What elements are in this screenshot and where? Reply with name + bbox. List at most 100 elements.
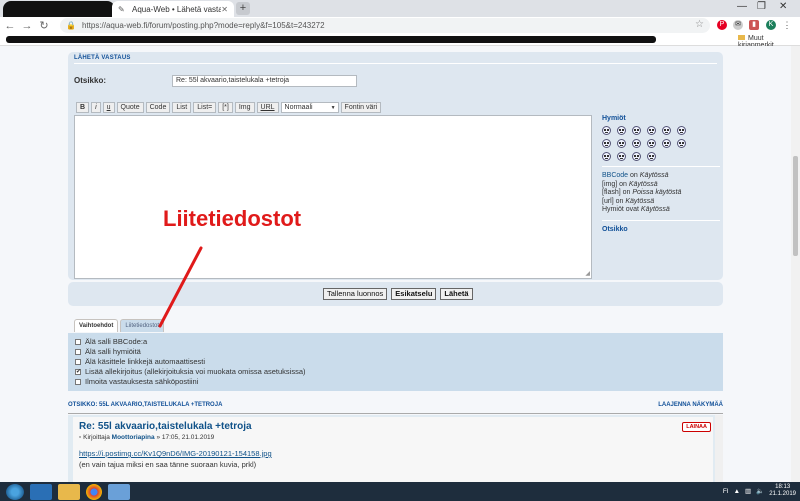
smiley-icon[interactable] xyxy=(602,152,611,161)
extension-icon[interactable]: ✉ xyxy=(733,20,743,30)
font-size-select[interactable]: Normaali xyxy=(280,102,339,113)
topic-review-title: OTSIKKO: 55L AKVAARIO,TAISTELUKALA +TETR… xyxy=(68,402,223,408)
tab-attachments[interactable]: Liitetiedostot xyxy=(120,319,165,332)
smiley-icon[interactable] xyxy=(677,126,686,135)
checkbox[interactable] xyxy=(75,358,81,365)
tab-options[interactable]: Vaihtoehdot xyxy=(74,319,119,332)
page-scrollbar[interactable] xyxy=(791,46,800,482)
review-scrollbar[interactable] xyxy=(715,415,723,482)
url-status: [url] on Käytössä xyxy=(602,198,720,207)
file-explorer-icon[interactable] xyxy=(58,483,80,500)
editor-sidebar: Hymiöt BBCode on Käytössä [img] on Käytö… xyxy=(602,115,720,233)
new-tab-button[interactable]: + xyxy=(236,2,250,15)
smiley-icon[interactable] xyxy=(632,139,641,148)
smiley-icon[interactable] xyxy=(647,152,656,161)
ordered-list-button[interactable]: List= xyxy=(193,102,217,113)
url-status-label: [url] on xyxy=(602,197,624,205)
forum-page: LÄHETÄ VASTAUS Otsikko: Re: 55l akvaario… xyxy=(0,46,791,482)
clock-date: 21.1.2019 xyxy=(769,491,796,497)
smiley-icon[interactable] xyxy=(617,126,626,135)
bbcode-status: BBCode on Käytössä xyxy=(602,172,720,181)
smiley-icon[interactable] xyxy=(662,126,671,135)
bold-button[interactable]: B xyxy=(76,102,90,113)
code-button[interactable]: Code xyxy=(145,102,171,113)
bookmark-star-icon[interactable]: ☆ xyxy=(695,19,704,30)
reload-icon[interactable]: ↻ xyxy=(37,19,51,32)
smilies-grid xyxy=(602,126,720,161)
send-button[interactable]: Lähetä xyxy=(440,288,473,300)
option-notify[interactable]: Ilmoita vastauksesta sähköpostiini xyxy=(75,377,198,386)
tray-arrow-icon[interactable]: ▲ xyxy=(734,488,740,495)
smiley-icon[interactable] xyxy=(632,126,641,135)
start-button-icon[interactable] xyxy=(6,483,24,500)
language-indicator[interactable]: FI xyxy=(723,488,729,495)
extension-icon-2[interactable]: ▮ xyxy=(749,20,759,30)
checkbox-checked[interactable]: ✔ xyxy=(75,368,81,375)
subject-input[interactable]: Re: 55l akvaario,taistelukala +tetroja xyxy=(172,75,357,87)
clock[interactable]: 18:13 21.1.2019 xyxy=(769,484,796,498)
profile-avatar[interactable]: K xyxy=(766,20,776,30)
smiley-icon[interactable] xyxy=(647,139,656,148)
forward-icon[interactable]: → xyxy=(20,20,34,32)
smiley-icon[interactable] xyxy=(662,139,671,148)
img-button[interactable]: Img xyxy=(234,102,255,113)
option-attach-signature[interactable]: ✔ Lisää allekirjoitus (allekirjoituksia v… xyxy=(75,367,306,376)
checkbox[interactable] xyxy=(75,378,81,385)
post-meta-prefix: Kirjoittaja xyxy=(83,434,110,441)
active-tab[interactable]: ✎ Aqua-Web • Lähetä vastaus ✕ xyxy=(112,1,234,17)
smiley-icon[interactable] xyxy=(632,152,641,161)
favicon-icon: ✎ xyxy=(118,5,125,14)
option-label: Älä salli BBCode:a xyxy=(85,337,148,346)
smiley-icon[interactable] xyxy=(617,152,626,161)
resize-grip-icon[interactable]: ◢ xyxy=(585,270,590,277)
underline-button[interactable]: u xyxy=(102,102,115,113)
redacted-tab[interactable] xyxy=(3,1,115,17)
scrollbar-thumb[interactable] xyxy=(793,156,798,256)
volume-icon[interactable]: 🔈 xyxy=(756,487,764,495)
network-icon[interactable]: ▥ xyxy=(745,487,751,495)
pinterest-extension-icon[interactable]: P xyxy=(717,20,727,30)
maximize-icon[interactable]: ❐ xyxy=(757,1,766,12)
smiley-icon[interactable] xyxy=(647,126,656,135)
img-status-label: [img] on xyxy=(602,180,627,188)
notepad-icon[interactable] xyxy=(108,483,130,500)
list-item-button[interactable]: [*] xyxy=(218,102,233,113)
checkbox[interactable] xyxy=(75,338,81,345)
expand-view-link[interactable]: LAAJENNA NÄKYMÄÄ xyxy=(658,402,723,408)
save-draft-button[interactable]: Tallenna luonnos xyxy=(323,288,388,300)
checkbox[interactable] xyxy=(75,348,81,355)
font-color-button[interactable]: Fontin väri xyxy=(340,102,382,113)
minimize-icon[interactable]: — xyxy=(737,1,747,12)
menu-icon[interactable]: ⋮ xyxy=(782,20,792,30)
smiley-icon[interactable] xyxy=(602,126,611,135)
submit-panel: Tallenna luonnos Esikatselu Lähetä xyxy=(68,282,723,306)
bbcode-link[interactable]: BBCode xyxy=(602,172,628,179)
divider xyxy=(602,219,720,221)
smiley-icon[interactable] xyxy=(602,139,611,148)
quote-post-button[interactable]: LAINAA xyxy=(682,422,711,432)
back-icon[interactable]: ← xyxy=(3,20,17,32)
smiley-icon[interactable] xyxy=(617,139,626,148)
close-window-icon[interactable]: ✕ xyxy=(779,1,787,12)
url-button[interactable]: URL xyxy=(256,102,279,113)
italic-button[interactable]: i xyxy=(91,102,101,113)
preview-button[interactable]: Esikatselu xyxy=(391,288,437,300)
address-bar[interactable]: 🔒 https://aqua-web.fi/forum/posting.php?… xyxy=(60,18,710,33)
smilies-status-value: Käytössä xyxy=(640,206,670,213)
post-author[interactable]: Moottoriapina xyxy=(112,434,155,441)
close-tab-icon[interactable]: ✕ xyxy=(221,5,228,14)
option-label: Älä käsittele linkkejä automaattisesti xyxy=(85,357,206,366)
option-disable-magic-url[interactable]: Älä käsittele linkkejä automaattisesti xyxy=(75,357,205,366)
list-button[interactable]: List xyxy=(172,102,192,113)
smiley-icon[interactable] xyxy=(677,139,686,148)
post-image-link[interactable]: https://i.postimg.cc/Kv1Q9nD6/IMG-201901… xyxy=(79,449,272,458)
post-title[interactable]: Re: 55l akvaario,taistelukala +tetroja xyxy=(79,421,252,432)
quote-button[interactable]: Quote xyxy=(116,102,144,113)
option-disable-smilies[interactable]: Älä salli hymiöitä xyxy=(75,347,141,356)
ie-icon[interactable] xyxy=(30,483,52,500)
chrome-icon[interactable] xyxy=(86,483,102,500)
message-textarea[interactable]: ◢ xyxy=(74,115,592,279)
smilies-title: Hymiöt xyxy=(602,115,626,122)
option-disable-bbcode[interactable]: Älä salli BBCode:a xyxy=(75,337,147,346)
flash-status-label: [flash] on xyxy=(602,189,631,196)
